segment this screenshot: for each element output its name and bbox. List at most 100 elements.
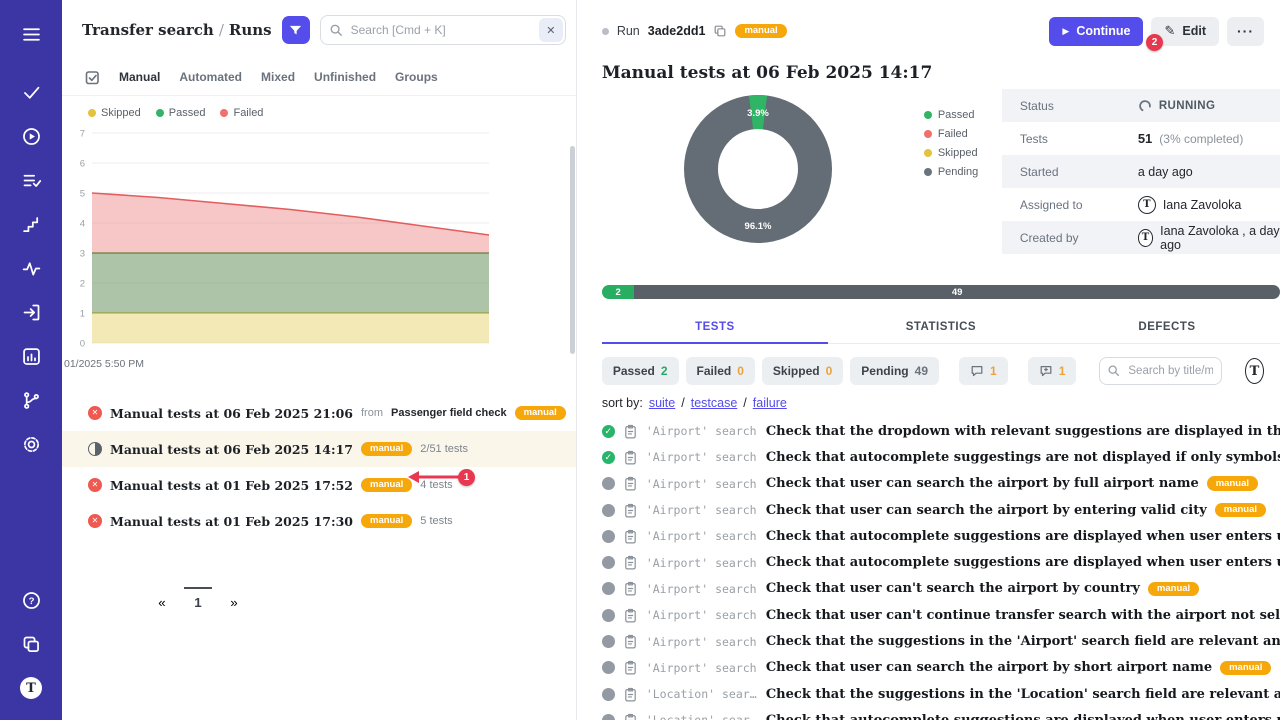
filter-comment-add[interactable]: 1 xyxy=(1028,357,1077,385)
filter-skipped[interactable]: Skipped0 xyxy=(762,357,843,385)
run-status-dot xyxy=(602,28,609,35)
test-row[interactable]: 'Airport' search Check that autocomplete… xyxy=(602,523,1280,549)
milestones-icon[interactable] xyxy=(11,204,51,244)
filter-button[interactable] xyxy=(282,16,310,44)
run-title: Manual tests at 01 Feb 2025 17:30 xyxy=(110,514,353,529)
status-value: RUNNING xyxy=(1159,100,1215,112)
sign-in-icon[interactable] xyxy=(11,292,51,332)
tab-unfinished[interactable]: Unfinished xyxy=(314,70,376,84)
test-row[interactable]: 'Airport' search Check that the dropdown… xyxy=(602,418,1280,444)
tab-mixed[interactable]: Mixed xyxy=(261,70,295,84)
tab-tests[interactable]: TESTS xyxy=(602,311,828,344)
scrollbar[interactable] xyxy=(570,146,575,354)
assignee-avatar[interactable]: T xyxy=(1245,358,1264,384)
test-row[interactable]: 'Airport' search Check that user can sea… xyxy=(602,655,1280,681)
tab-defects[interactable]: DEFECTS xyxy=(1054,311,1280,344)
test-row[interactable]: 'Location' search Check that autocomplet… xyxy=(602,707,1280,720)
tests-completed: (3% completed) xyxy=(1159,132,1243,146)
testcase-icon xyxy=(623,581,638,596)
testcase-icon xyxy=(623,713,638,720)
runs-search-input[interactable] xyxy=(320,15,566,45)
created-value[interactable]: Iana Zavoloka , a day ago xyxy=(1160,224,1280,252)
svg-text:3: 3 xyxy=(80,249,85,260)
run-from-name: Passenger field check xyxy=(391,407,507,419)
testcase-icon xyxy=(623,476,638,491)
test-status-icon xyxy=(602,609,615,622)
run-row[interactable]: Manual tests at 01 Feb 2025 17:30 manual… xyxy=(62,503,576,539)
run-title-heading: Manual tests at 06 Feb 2025 14:17 xyxy=(602,63,1280,83)
run-row[interactable]: Manual tests at 01 Feb 2025 17:52 manual… xyxy=(62,467,576,503)
run-label: Run xyxy=(617,24,640,38)
runs-panel: Transfer search/Runs ✕ Manual Automated … xyxy=(62,0,577,720)
documents-icon[interactable] xyxy=(11,624,51,664)
info-row-created: Created by TIana Zavoloka , a day ago xyxy=(1002,221,1280,254)
sort-by-failure[interactable]: failure xyxy=(753,396,787,410)
reports-icon[interactable] xyxy=(11,336,51,376)
results-donut-chart: 3.9%96.1% xyxy=(678,89,838,249)
breadcrumb-project[interactable]: Transfer search xyxy=(82,21,214,39)
tab-statistics[interactable]: STATISTICS xyxy=(828,311,1054,344)
filter-passed[interactable]: Passed2 xyxy=(602,357,679,385)
clear-search-button[interactable]: ✕ xyxy=(539,18,563,42)
checks-icon[interactable] xyxy=(11,72,51,112)
filter-failed[interactable]: Failed0 xyxy=(686,357,755,385)
test-row[interactable]: 'Airport' search Check that user can sea… xyxy=(602,497,1280,523)
test-plans-icon[interactable] xyxy=(11,160,51,200)
filter-pending[interactable]: Pending49 xyxy=(850,357,939,385)
testcase-icon xyxy=(623,634,638,649)
test-row[interactable]: 'Airport' search Check that user can't s… xyxy=(602,576,1280,602)
test-suite: 'Location' search xyxy=(646,713,758,720)
page-1-button[interactable]: 1 xyxy=(184,587,212,610)
test-status-icon xyxy=(602,582,615,595)
test-suite: 'Airport' search xyxy=(646,556,758,570)
prev-page-button[interactable]: « xyxy=(148,587,176,610)
copy-icon[interactable] xyxy=(713,24,727,38)
activity-icon[interactable] xyxy=(11,248,51,288)
legend-failed: Failed xyxy=(233,107,263,119)
avatar: T xyxy=(1138,229,1153,247)
settings-gear-icon[interactable] xyxy=(11,424,51,464)
assigned-value[interactable]: Iana Zavoloka xyxy=(1163,198,1242,212)
run-row-selected[interactable]: Manual tests at 06 Feb 2025 14:17 manual… xyxy=(62,431,576,467)
menu-icon[interactable] xyxy=(11,14,51,54)
run-failed-icon xyxy=(88,514,102,528)
next-page-button[interactable]: » xyxy=(220,587,248,610)
sort-by-suite[interactable]: suite xyxy=(649,396,675,410)
run-header-bar: Run 3ade2dd1 manual ▶ Continue ✎ Edit ··… xyxy=(602,16,1280,46)
tests-search xyxy=(1099,357,1222,385)
branch-icon[interactable] xyxy=(11,380,51,420)
funnel-icon xyxy=(288,23,303,38)
tab-groups[interactable]: Groups xyxy=(395,70,438,84)
tab-manual[interactable]: Manual xyxy=(119,70,160,84)
run-meta: 2/51 tests xyxy=(420,443,468,455)
manual-badge: manual xyxy=(515,406,566,421)
legend-passed: Passed xyxy=(169,107,206,119)
tab-automated[interactable]: Automated xyxy=(179,70,242,84)
run-title: Manual tests at 01 Feb 2025 17:52 xyxy=(110,478,353,493)
svg-text:3.9%: 3.9% xyxy=(747,108,769,119)
help-icon[interactable]: ? xyxy=(11,580,51,620)
sort-by-testcase[interactable]: testcase xyxy=(691,396,738,410)
logo-icon[interactable]: T xyxy=(11,668,51,708)
test-row[interactable]: 'Airport' search Check that the suggesti… xyxy=(602,628,1280,654)
svg-text:6: 6 xyxy=(80,159,85,170)
filter-comments[interactable]: 1 xyxy=(959,357,1008,385)
test-row[interactable]: 'Airport' search Check that autocomplete… xyxy=(602,549,1280,575)
test-row[interactable]: 'Airport' search Check that user can't c… xyxy=(602,602,1280,628)
test-row[interactable]: 'Airport' search Check that user can sea… xyxy=(602,471,1280,497)
test-suite: 'Airport' search xyxy=(646,608,758,622)
continue-button[interactable]: ▶ Continue xyxy=(1049,17,1143,46)
run-row[interactable]: Manual tests at 06 Feb 2025 21:06 from P… xyxy=(62,395,576,431)
donut-legend: Passed Failed Skipped Pending xyxy=(924,105,978,181)
testcase-icon xyxy=(623,555,638,570)
select-all-icon[interactable] xyxy=(84,69,100,85)
test-row[interactable]: 'Airport' search Check that autocomplete… xyxy=(602,444,1280,470)
test-suite: 'Airport' search xyxy=(646,503,758,517)
test-row[interactable]: 'Location' search Check that the suggest… xyxy=(602,681,1280,707)
failed-dot xyxy=(924,130,932,138)
comment-add-icon xyxy=(1039,364,1053,378)
more-actions-button[interactable]: ··· xyxy=(1227,17,1264,46)
runs-icon[interactable] xyxy=(11,116,51,156)
test-status-icon xyxy=(602,477,615,490)
sort-bar: sort by: suite / testcase / failure xyxy=(602,396,1280,410)
